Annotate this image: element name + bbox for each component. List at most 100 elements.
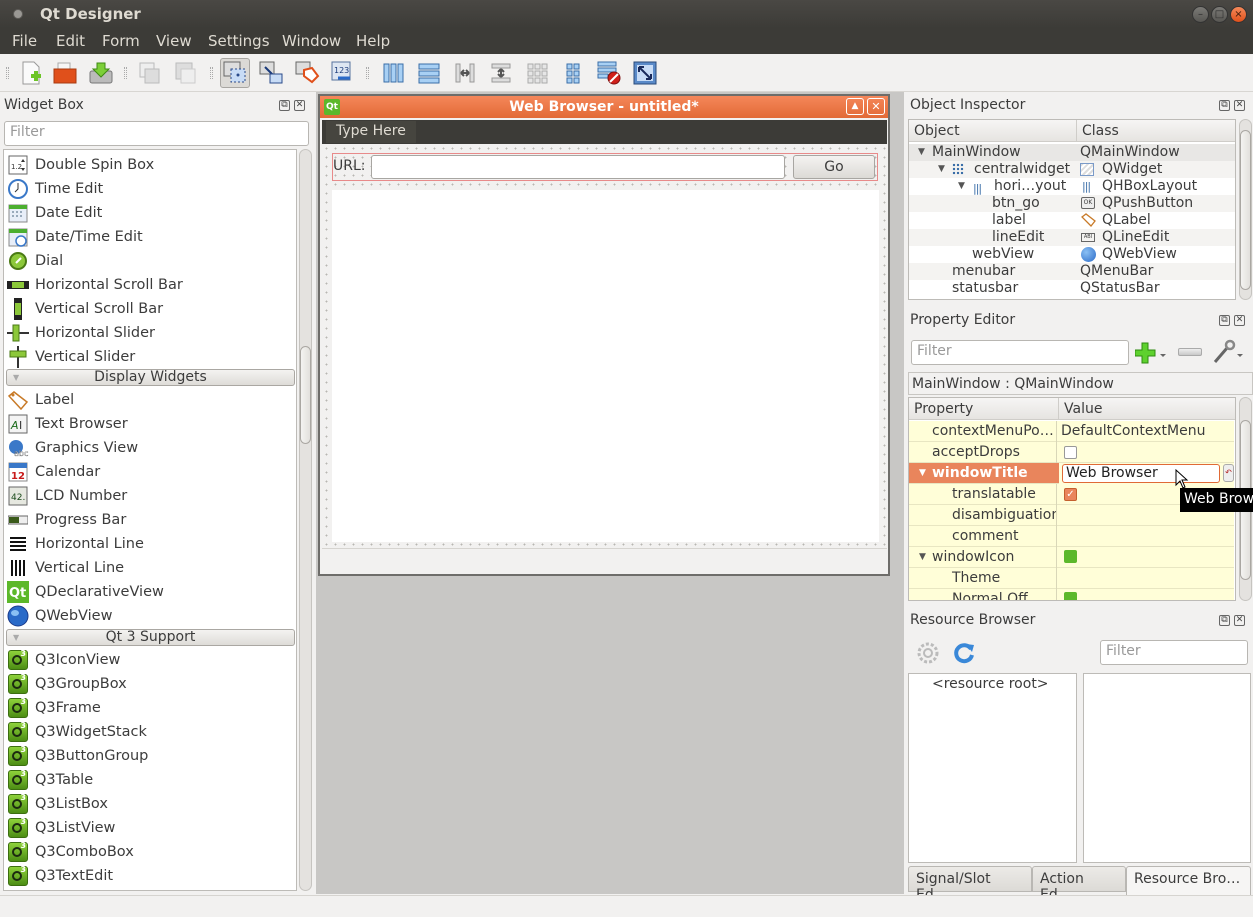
close-icon[interactable]: ✕ xyxy=(1234,615,1245,626)
tree-row-horizontal-layout[interactable]: ▼ ||| hori…yout ||| QHBoxLayout xyxy=(909,178,1235,195)
tree-row-lineedit[interactable]: lineEdit ABI QLineEdit xyxy=(909,229,1235,246)
float-icon[interactable]: ⧉ xyxy=(1219,615,1230,626)
widget-item-q3listview[interactable]: 3 Q3ListView xyxy=(4,816,296,840)
property-row-normal-off[interactable]: Normal Off xyxy=(909,589,1234,600)
menu-file[interactable]: File xyxy=(12,32,37,50)
float-icon[interactable]: ⧉ xyxy=(279,100,290,111)
tree-row-menubar[interactable]: menubar QMenuBar xyxy=(909,263,1235,280)
tree-row-webview[interactable]: webView QWebView xyxy=(909,246,1235,263)
float-icon[interactable]: ⧉ xyxy=(1219,100,1230,111)
resource-filter-input[interactable]: Filter xyxy=(1100,640,1248,665)
toolbar-grip-4[interactable] xyxy=(366,67,369,79)
property-row-window-icon[interactable]: ▼ windowIcon xyxy=(909,547,1234,568)
column-header-object[interactable]: Object xyxy=(909,120,1077,142)
widget-item-vertical-slider[interactable]: Vertical Slider xyxy=(4,345,296,369)
widget-item-q3groupbox[interactable]: 3 Q3GroupBox xyxy=(4,672,296,696)
type-here-menu[interactable]: Type Here xyxy=(326,121,416,143)
widget-item-qdeclarativeview[interactable]: Qt QDeclarativeView xyxy=(4,580,296,604)
edit-widgets-icon[interactable] xyxy=(220,58,250,88)
widget-item-calendar[interactable]: 12 Calendar xyxy=(4,460,296,484)
widget-item-horizontal-slider[interactable]: Horizontal Slider xyxy=(4,321,296,345)
widget-item-q3table[interactable]: 3 Q3Table xyxy=(4,768,296,792)
widget-item-qwebview[interactable]: QWebView xyxy=(4,604,296,628)
translatable-checkbox[interactable]: ✓ xyxy=(1064,487,1077,501)
close-button[interactable]: × xyxy=(1230,6,1247,23)
form-maximize-button[interactable]: ▲ xyxy=(846,98,864,115)
edit-tab-order-icon[interactable]: 123 xyxy=(328,58,358,88)
widget-item-q3listbox[interactable]: 3 Q3ListBox xyxy=(4,792,296,816)
widget-item-vertical-line[interactable]: Vertical Line xyxy=(4,556,296,580)
widget-item-date-edit[interactable]: Date Edit xyxy=(4,201,296,225)
lay-out-grid-icon[interactable] xyxy=(522,58,552,88)
new-form-icon[interactable] xyxy=(16,58,46,88)
menu-settings[interactable]: Settings xyxy=(208,32,270,50)
edit-signals-slots-icon[interactable] xyxy=(256,58,286,88)
widget-item-date-time-edit[interactable]: Date/Time Edit xyxy=(4,225,296,249)
float-icon[interactable]: ⧉ xyxy=(1219,315,1230,326)
widget-item-q3iconview[interactable]: 3 Q3IconView xyxy=(4,648,296,672)
column-header-value[interactable]: Value xyxy=(1059,398,1235,420)
column-header-class[interactable]: Class xyxy=(1077,120,1235,142)
paste-icon[interactable] xyxy=(170,58,200,88)
close-icon[interactable]: ✕ xyxy=(1234,315,1245,326)
widget-item-q3combobox[interactable]: 3 Q3ComboBox xyxy=(4,840,296,864)
tree-row-mainwindow[interactable]: ▼ MainWindow QMainWindow xyxy=(909,144,1235,161)
tree-row-label[interactable]: label QLabel xyxy=(909,212,1235,229)
go-button[interactable]: Go xyxy=(793,155,875,179)
resource-root-item[interactable]: <resource root> xyxy=(932,676,1049,692)
close-icon[interactable]: ✕ xyxy=(1234,100,1245,111)
toolbar-grip-3[interactable] xyxy=(210,67,213,79)
expand-icon[interactable]: ▼ xyxy=(938,161,945,178)
tree-row-centralwidget[interactable]: ▼ centralwidget QWidget xyxy=(909,161,1235,178)
widget-item-dial[interactable]: Dial xyxy=(4,249,296,273)
widget-item-progress-bar[interactable]: Progress Bar xyxy=(4,508,296,532)
save-form-icon[interactable] xyxy=(86,58,116,88)
configure-button[interactable] xyxy=(1212,339,1248,365)
property-row-accept-drops[interactable]: acceptDrops xyxy=(909,442,1234,463)
window-title-input[interactable]: Web Browser xyxy=(1062,464,1220,483)
lay-out-vertically-icon[interactable] xyxy=(414,58,444,88)
property-filter-input[interactable]: Filter xyxy=(911,340,1129,365)
scrollbar-thumb[interactable] xyxy=(300,346,311,444)
tab-resource-browser[interactable]: Resource Bro… xyxy=(1126,866,1251,895)
category-display-widgets[interactable]: ▼ Display Widgets xyxy=(6,369,295,386)
widget-item-q3frame[interactable]: 3 Q3Frame xyxy=(4,696,296,720)
open-form-icon[interactable] xyxy=(50,58,80,88)
close-icon[interactable]: ✕ xyxy=(294,100,305,111)
maximize-button[interactable]: □ xyxy=(1211,6,1228,23)
widget-box-filter-input[interactable]: Filter xyxy=(4,121,309,146)
tab-signal-slot-editor[interactable]: Signal/Slot Ed… xyxy=(908,866,1032,903)
widget-item-q3widgetstack[interactable]: 3 Q3WidgetStack xyxy=(4,720,296,744)
widget-item-q3textedit[interactable]: 3 Q3TextEdit xyxy=(4,864,296,888)
toolbar-grip-2[interactable] xyxy=(124,67,127,79)
edit-buddies-icon[interactable] xyxy=(292,58,322,88)
menu-view[interactable]: View xyxy=(156,32,192,50)
lay-out-vertical-splitter-icon[interactable] xyxy=(486,58,516,88)
widget-item-time-edit[interactable]: Time Edit xyxy=(4,177,296,201)
expand-icon[interactable]: ▼ xyxy=(918,144,925,161)
minimize-button[interactable]: – xyxy=(1192,6,1209,23)
add-dynamic-property-button[interactable] xyxy=(1134,341,1171,365)
menu-form[interactable]: Form xyxy=(102,32,140,50)
widget-item-horizontal-line[interactable]: Horizontal Line xyxy=(4,532,296,556)
copy-icon[interactable] xyxy=(134,58,164,88)
lay-out-horizontal-splitter-icon[interactable] xyxy=(450,58,480,88)
tree-row-statusbar[interactable]: statusbar QStatusBar xyxy=(909,280,1235,297)
column-header-property[interactable]: Property xyxy=(909,398,1059,420)
property-row-comment[interactable]: comment xyxy=(909,526,1234,547)
reset-property-button[interactable]: ↶ xyxy=(1223,464,1234,482)
remove-dynamic-property-button[interactable] xyxy=(1178,348,1202,356)
widget-item-label[interactable]: Label xyxy=(4,388,296,412)
object-inspector-scrollbar[interactable] xyxy=(1239,119,1252,300)
form-close-button[interactable]: ✕ xyxy=(867,98,885,115)
tab-action-editor[interactable]: Action Ed… xyxy=(1032,866,1126,903)
expand-icon[interactable]: ▼ xyxy=(919,547,926,567)
url-input[interactable] xyxy=(371,155,785,179)
lay-out-form-icon[interactable] xyxy=(558,58,588,88)
web-view[interactable] xyxy=(332,190,879,542)
property-row-theme[interactable]: Theme xyxy=(909,568,1234,589)
widget-item-horizontal-scroll-bar[interactable]: Horizontal Scroll Bar xyxy=(4,273,296,297)
expand-icon[interactable]: ▼ xyxy=(919,463,926,483)
widget-item-double-spin-box[interactable]: 1.2 Double Spin Box xyxy=(4,153,296,177)
menu-edit[interactable]: Edit xyxy=(56,32,85,50)
